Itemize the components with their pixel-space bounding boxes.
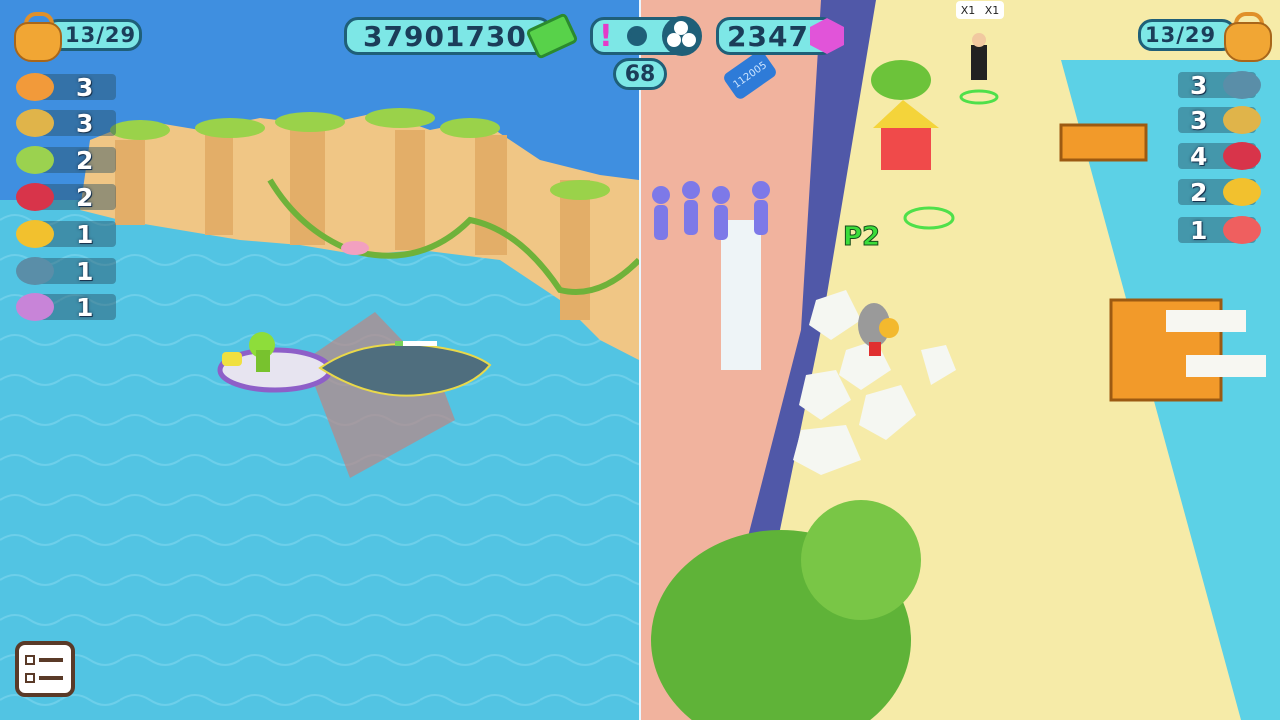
catch-count: 1 xyxy=(76,292,94,322)
backpack-icon xyxy=(1220,12,1272,62)
catch-count: 1 xyxy=(1190,215,1208,245)
level-value: 68 xyxy=(624,61,656,87)
catch-count: 1 xyxy=(76,256,94,286)
shark-icon xyxy=(16,257,54,285)
backpack-icon xyxy=(10,12,62,62)
catch-row: 1 xyxy=(16,256,116,286)
multiplier-tag: X1 X1 xyxy=(956,1,1004,19)
catch-row: 2 xyxy=(16,145,116,175)
multiplier-a: X1 xyxy=(960,3,976,17)
catch-row: 2 xyxy=(1178,177,1278,207)
catch-count: 2 xyxy=(76,145,94,175)
swordfish-icon xyxy=(16,109,54,137)
player2-tag: P2 xyxy=(842,222,881,253)
eel-icon xyxy=(16,146,54,174)
p2-capacity-value: 13/29 xyxy=(1145,23,1217,47)
catch-row: 4 xyxy=(1178,141,1278,171)
task-list-icon xyxy=(25,652,65,688)
level-badge: 68 xyxy=(613,58,667,90)
gem-value: 2347 xyxy=(727,19,809,53)
catch-row: 1 xyxy=(16,219,116,249)
catch-count: 2 xyxy=(76,182,94,212)
catch-row: 3 xyxy=(16,72,116,102)
catch-count: 2 xyxy=(1190,177,1208,207)
catch-row: 1 xyxy=(16,292,116,322)
money-value: 37901730 xyxy=(363,19,527,53)
catch-row: 3 xyxy=(16,108,116,138)
alert-icon[interactable]: ! xyxy=(599,19,613,54)
catch-row: 1 xyxy=(1178,215,1278,245)
red-jellyfish-icon xyxy=(16,183,54,211)
multiplier-b: X1 xyxy=(984,3,1000,17)
octopus-icon xyxy=(16,293,54,321)
catch-count: 4 xyxy=(1190,141,1208,171)
catch-count: 3 xyxy=(76,72,94,102)
flower-icon[interactable] xyxy=(662,16,702,56)
gear-icon[interactable] xyxy=(626,26,647,46)
pufferfish-icon xyxy=(16,220,54,248)
shrimp-icon xyxy=(16,73,54,101)
task-list-button[interactable] xyxy=(15,641,75,697)
money-counter: 37901730 xyxy=(344,17,552,55)
catch-count: 3 xyxy=(1190,70,1208,100)
catch-count: 1 xyxy=(76,219,94,249)
catch-count: 3 xyxy=(76,108,94,138)
catch-count: 3 xyxy=(1190,105,1208,135)
catch-row: 3 xyxy=(1178,70,1278,100)
catch-row: 3 xyxy=(1178,105,1278,135)
catch-row: 2 xyxy=(16,182,116,212)
